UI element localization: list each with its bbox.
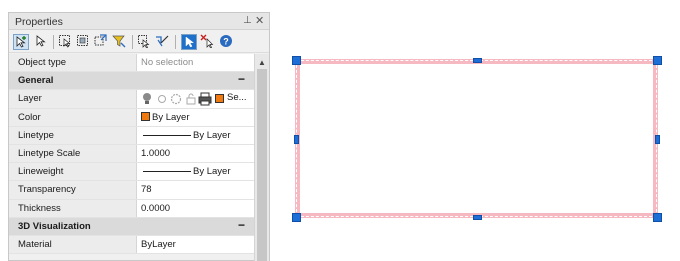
grip-right-mid[interactable] [655, 135, 660, 144]
filter-icon[interactable] [112, 34, 128, 50]
property-name: Material [9, 235, 137, 254]
lock-icon [186, 93, 196, 105]
toolbar-separator [132, 35, 133, 49]
property-name: Lineweight [9, 163, 137, 181]
pin-icon[interactable]: ⊥ [243, 15, 252, 26]
drawing-canvas[interactable] [292, 56, 665, 224]
scroll-thumb[interactable] [257, 69, 267, 261]
layer-color-swatch [215, 94, 224, 104]
property-value[interactable]: No selection [138, 54, 254, 71]
grip-bottom-left[interactable] [292, 213, 301, 222]
svg-text:?: ? [223, 37, 229, 47]
property-value[interactable]: By Layer [138, 127, 254, 144]
add-selection-icon[interactable] [13, 34, 29, 50]
lightbulb-icon [143, 93, 151, 105]
property-name: Transparency [9, 181, 137, 199]
palette-title-bar[interactable]: Properties ⊥ ✕ [9, 13, 269, 30]
property-value[interactable]: 1.0000 [138, 145, 254, 162]
toggle-pickadd-icon[interactable] [94, 34, 110, 50]
property-row-transparency[interactable]: Transparency 78 [9, 181, 254, 200]
property-value[interactable]: ByLayer [138, 236, 254, 253]
property-row-material[interactable]: Material ByLayer [9, 235, 254, 255]
select-icon[interactable] [33, 34, 49, 50]
grip-bottom-right[interactable] [653, 213, 662, 222]
property-name: Thickness [9, 199, 137, 217]
palette-title: Properties [15, 16, 63, 28]
property-row-thickness[interactable]: Thickness 0.0000 [9, 199, 254, 218]
property-value[interactable]: By Layer [138, 109, 254, 126]
property-row-linetype-scale[interactable]: Linetype Scale 1.0000 [9, 144, 254, 164]
arrow-pointer-icon[interactable] [181, 34, 197, 50]
property-value[interactable]: By Layer [138, 163, 254, 180]
property-name: Object type [9, 54, 137, 72]
linetype-sample [143, 134, 191, 136]
collapse-icon[interactable]: − [238, 218, 245, 232]
lineweight-sample [143, 171, 191, 173]
grip-left-mid[interactable] [294, 135, 299, 144]
layer-name-text: Se... [227, 92, 247, 104]
property-value[interactable]: 78 [138, 181, 254, 198]
select-objects-icon[interactable] [137, 34, 153, 50]
property-name: Linetype [9, 126, 137, 144]
color-swatch [141, 111, 150, 121]
close-icon[interactable]: ✕ [255, 14, 264, 27]
help-icon[interactable]: ? [219, 34, 235, 50]
category-3d-visualization[interactable]: 3D Visualization − [9, 217, 254, 236]
property-row-lineweight[interactable]: Lineweight By Layer [9, 163, 254, 182]
filter-select-icon[interactable] [155, 34, 171, 50]
property-name: Layer [9, 90, 137, 108]
category-general[interactable]: General − [9, 72, 254, 91]
property-row-object-type[interactable]: Object type No selection [9, 54, 254, 73]
properties-toolbar: ? [9, 31, 269, 53]
viewport-freeze-icon [170, 94, 182, 105]
toolbar-separator [175, 35, 176, 49]
property-grid: Object type No selection General − Layer… [9, 54, 254, 255]
property-value-layer[interactable]: Se... [138, 90, 254, 107]
sun-icon [158, 95, 166, 104]
clear-selection-icon[interactable] [200, 34, 216, 50]
collapse-icon[interactable]: − [238, 72, 245, 86]
property-name: Linetype Scale [9, 144, 137, 163]
color-value-text: By Layer [152, 111, 190, 123]
grip-top-mid[interactable] [473, 58, 482, 63]
grip-bottom-mid[interactable] [473, 215, 482, 220]
select-similar-icon[interactable] [76, 34, 92, 50]
grip-top-left[interactable] [292, 56, 301, 65]
properties-palette: Properties ⊥ ✕ ? Object type No selectio… [8, 12, 270, 261]
property-row-linetype[interactable]: Linetype By Layer [9, 126, 254, 145]
category-label: 3D Visualization [18, 220, 91, 232]
property-row-color[interactable]: Color By Layer [9, 108, 254, 127]
scroll-up-arrow-icon[interactable]: ▲ [258, 58, 266, 67]
printer-icon [198, 92, 212, 106]
property-name: Color [9, 108, 137, 126]
lineweight-value-text: By Layer [193, 166, 231, 178]
toolbar-separator [53, 35, 54, 49]
grip-top-right[interactable] [653, 56, 662, 65]
property-row-layer[interactable]: Layer Se... [9, 90, 254, 109]
vertical-scrollbar[interactable]: ▲ [254, 54, 269, 261]
quick-select-icon[interactable] [58, 34, 74, 50]
category-label: General [18, 75, 54, 87]
linetype-value-text: By Layer [193, 129, 231, 141]
selected-rectangle[interactable] [295, 59, 658, 218]
property-value[interactable]: 0.0000 [138, 200, 254, 217]
